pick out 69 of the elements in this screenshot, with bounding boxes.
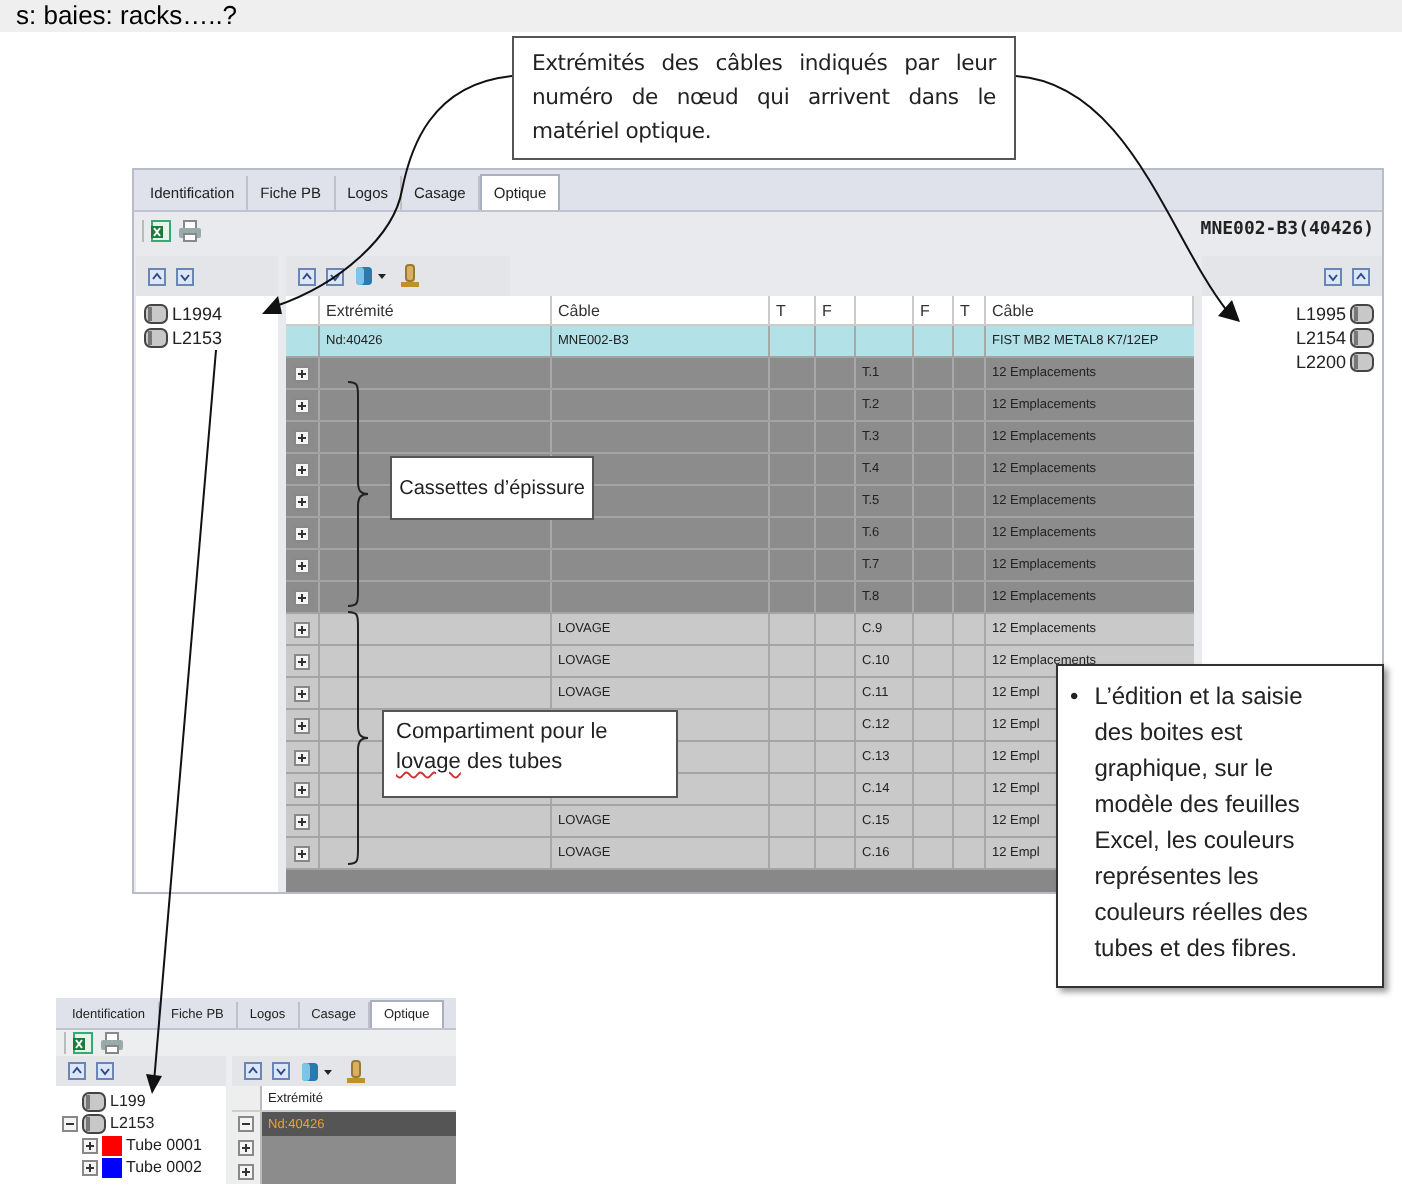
expand-button[interactable] (62, 1115, 78, 1131)
cable-icon (144, 303, 168, 323)
callout-text: Cassettes d’épissure (390, 456, 594, 520)
expand-button[interactable] (238, 1116, 254, 1132)
printer-icon[interactable] (100, 1031, 124, 1054)
expand-button[interactable] (82, 1137, 98, 1153)
color-dropdown-button[interactable] (354, 266, 390, 286)
cable-icon (82, 1091, 106, 1111)
spreadsheet-icon[interactable] (150, 219, 172, 241)
cable-item[interactable]: L1995 (1295, 303, 1346, 323)
expand-button[interactable] (294, 397, 310, 413)
box-title: MNE002-B3(40426) (1200, 220, 1374, 240)
expand-button[interactable] (238, 1164, 254, 1180)
cable-icon (1350, 351, 1374, 371)
move-up-button[interactable] (298, 267, 316, 285)
spreadsheet-icon[interactable] (72, 1031, 94, 1054)
cable-icon (144, 327, 168, 347)
column-header: T (770, 296, 816, 324)
bullet-mark: • (1070, 680, 1079, 714)
printer-icon[interactable] (178, 219, 202, 241)
expand-button[interactable] (294, 589, 310, 605)
cable-item[interactable]: L2153 (172, 327, 223, 347)
expand-button[interactable] (294, 781, 310, 797)
tube-item[interactable]: Tube 0001 (126, 1136, 202, 1154)
expand-button[interactable] (238, 1140, 254, 1156)
expand-button[interactable] (294, 717, 310, 733)
cable-item[interactable]: L2200 (1295, 351, 1346, 371)
move-up-button[interactable] (148, 267, 166, 285)
move-down-button[interactable] (272, 1062, 290, 1080)
expand-button[interactable] (294, 461, 310, 477)
move-down-button[interactable] (96, 1062, 114, 1080)
expand-button[interactable] (294, 813, 310, 829)
column-header: T (954, 296, 986, 324)
move-down-button[interactable] (176, 267, 194, 285)
expand-button[interactable] (294, 621, 310, 637)
callout-text: Extrémités des câbles indiqués par leur numéro de nœud qui arrivent dans le matériel optique. (512, 36, 1016, 160)
page-heading: s: baies: racks…..? (0, 0, 1402, 32)
cable-icon (1350, 327, 1374, 347)
cable-icon (82, 1113, 106, 1133)
tube-item[interactable]: Tube 0002 (126, 1158, 202, 1176)
column-header: F (914, 296, 954, 324)
expand-button[interactable] (294, 749, 310, 765)
cable-item[interactable]: L2153 (110, 1114, 155, 1132)
move-up-button[interactable] (68, 1062, 86, 1080)
expand-button[interactable] (82, 1159, 98, 1175)
expand-button[interactable] (294, 845, 310, 861)
cable-item[interactable]: L2154 (1295, 327, 1346, 347)
column-header: Câble (552, 296, 770, 324)
color-dropdown-button[interactable] (300, 1061, 336, 1081)
cylinder-icon[interactable] (346, 1059, 366, 1083)
column-header: Extrémité (320, 296, 552, 324)
cylinder-icon[interactable] (400, 264, 420, 288)
expand-button[interactable] (294, 365, 310, 381)
cable-item[interactable]: L1994 (172, 303, 223, 323)
callout-text: Compartiment pour le lovage des tubes (382, 710, 678, 798)
expand-button[interactable] (294, 525, 310, 541)
note-text: L’édition et la saisie des boites est graphique, sur le modèle des feuilles Excel, les couleurs représentes les couleurs réelles des tubes et des fibres. (1094, 680, 1310, 966)
move-up-button[interactable] (1352, 267, 1370, 285)
expand-button[interactable] (294, 685, 310, 701)
column-header: F (816, 296, 856, 324)
expand-button[interactable] (294, 557, 310, 573)
expand-button[interactable] (294, 653, 310, 669)
move-down-button[interactable] (1324, 267, 1342, 285)
cable-item[interactable]: L199 (110, 1092, 146, 1110)
column-header: Câble (986, 296, 1194, 324)
expand-button[interactable] (294, 493, 310, 509)
move-up-button[interactable] (244, 1062, 262, 1080)
expand-button[interactable] (294, 429, 310, 445)
cable-icon (1350, 303, 1374, 323)
